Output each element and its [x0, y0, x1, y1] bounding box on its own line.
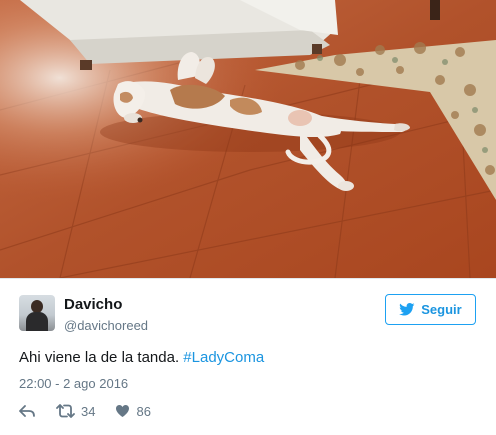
tweet-actions: 34 86: [19, 403, 151, 419]
tweet-photo[interactable]: [0, 0, 496, 278]
author-name[interactable]: Davicho: [64, 296, 122, 313]
dog-photo-illustration: [0, 0, 496, 278]
heart-icon: [116, 405, 130, 417]
reply-button[interactable]: [19, 404, 35, 418]
user-avatar[interactable]: [19, 295, 55, 331]
retweet-button[interactable]: 34: [56, 404, 95, 419]
twitter-bird-icon: [399, 303, 415, 316]
retweet-count: 34: [81, 403, 96, 419]
avatar-torso: [26, 312, 48, 331]
follow-button-label: Seguir: [421, 302, 462, 317]
tweet-card: Davicho @davichoreed Seguir Ahi viene la…: [0, 278, 496, 435]
tweet-body: Ahi viene la de la tanda.: [19, 349, 184, 366]
tweet-timestamp[interactable]: 22:00 - 2 ago 2016: [19, 376, 128, 391]
reply-icon: [19, 405, 35, 417]
like-count: 86: [136, 403, 151, 419]
retweet-icon: [56, 404, 75, 418]
like-button[interactable]: 86: [115, 403, 151, 419]
author-handle[interactable]: @davichoreed: [64, 318, 148, 333]
hashtag-link[interactable]: #LadyComa: [183, 349, 264, 366]
tweet-text: Ahi viene la de la tanda. #LadyComa: [19, 349, 264, 366]
follow-button[interactable]: Seguir: [385, 294, 476, 325]
